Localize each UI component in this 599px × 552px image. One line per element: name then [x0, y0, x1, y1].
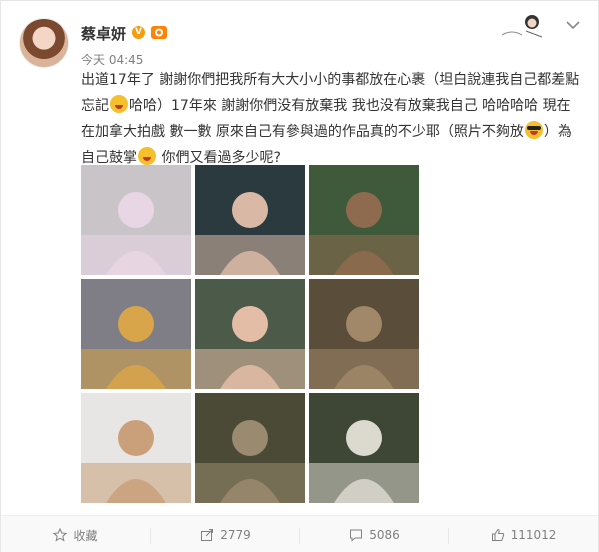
photo-8[interactable] [195, 393, 305, 503]
action-bar: 收藏 2779 5086 111012 [1, 515, 598, 552]
user-name[interactable]: 蔡卓妍 [81, 23, 126, 44]
photo-6[interactable] [309, 279, 419, 389]
post-text-part-2: 哈哈）17年來 謝謝你們没有放棄我 我也没有放棄我自己 哈哈哈哈 現在在加拿大拍… [81, 98, 571, 140]
like-button[interactable]: 111012 [449, 516, 598, 552]
vip-badge-icon[interactable] [151, 26, 167, 39]
verified-icon: V [132, 26, 145, 39]
avatar[interactable] [19, 18, 69, 68]
weibo-post-card: 蔡卓妍 V 今天 04:45 出道17年了 謝謝你們把我所有大大小小的事都放在心… [0, 0, 599, 552]
photo-2[interactable] [195, 165, 305, 275]
favorite-label: 收藏 [73, 528, 98, 543]
share-count: 2779 [220, 528, 251, 542]
share-button[interactable]: 2779 [151, 516, 300, 552]
comment-button[interactable]: 5086 [300, 516, 449, 552]
sunglasses-emoji-icon [524, 121, 543, 139]
photo-4[interactable] [81, 279, 191, 389]
photo-9[interactable] [309, 393, 419, 503]
comment-icon [350, 529, 363, 542]
like-count: 111012 [510, 528, 557, 542]
photo-3[interactable] [309, 165, 419, 275]
favorite-button[interactable]: 收藏 [1, 516, 150, 552]
photo-5[interactable] [195, 279, 305, 389]
photo-7[interactable] [81, 393, 191, 503]
post-timestamp[interactable]: 今天 04:45 [81, 51, 143, 68]
star-icon [53, 528, 68, 542]
share-icon [201, 529, 214, 541]
thumbs-up-icon [491, 528, 504, 541]
post-text-part-4: 你們又看過多少呢? [157, 150, 281, 166]
sticker-decoration-icon [501, 15, 543, 38]
tongue-emoji-icon [110, 95, 128, 113]
comment-count: 5086 [369, 528, 400, 542]
clapping-emoji-icon [138, 147, 156, 165]
chevron-down-icon[interactable] [563, 15, 583, 35]
photo-1[interactable] [81, 165, 191, 275]
post-text: 出道17年了 謝謝你們把我所有大大小小的事都放在心裹（坦白說連我自己都差點忘記哈… [81, 67, 581, 171]
